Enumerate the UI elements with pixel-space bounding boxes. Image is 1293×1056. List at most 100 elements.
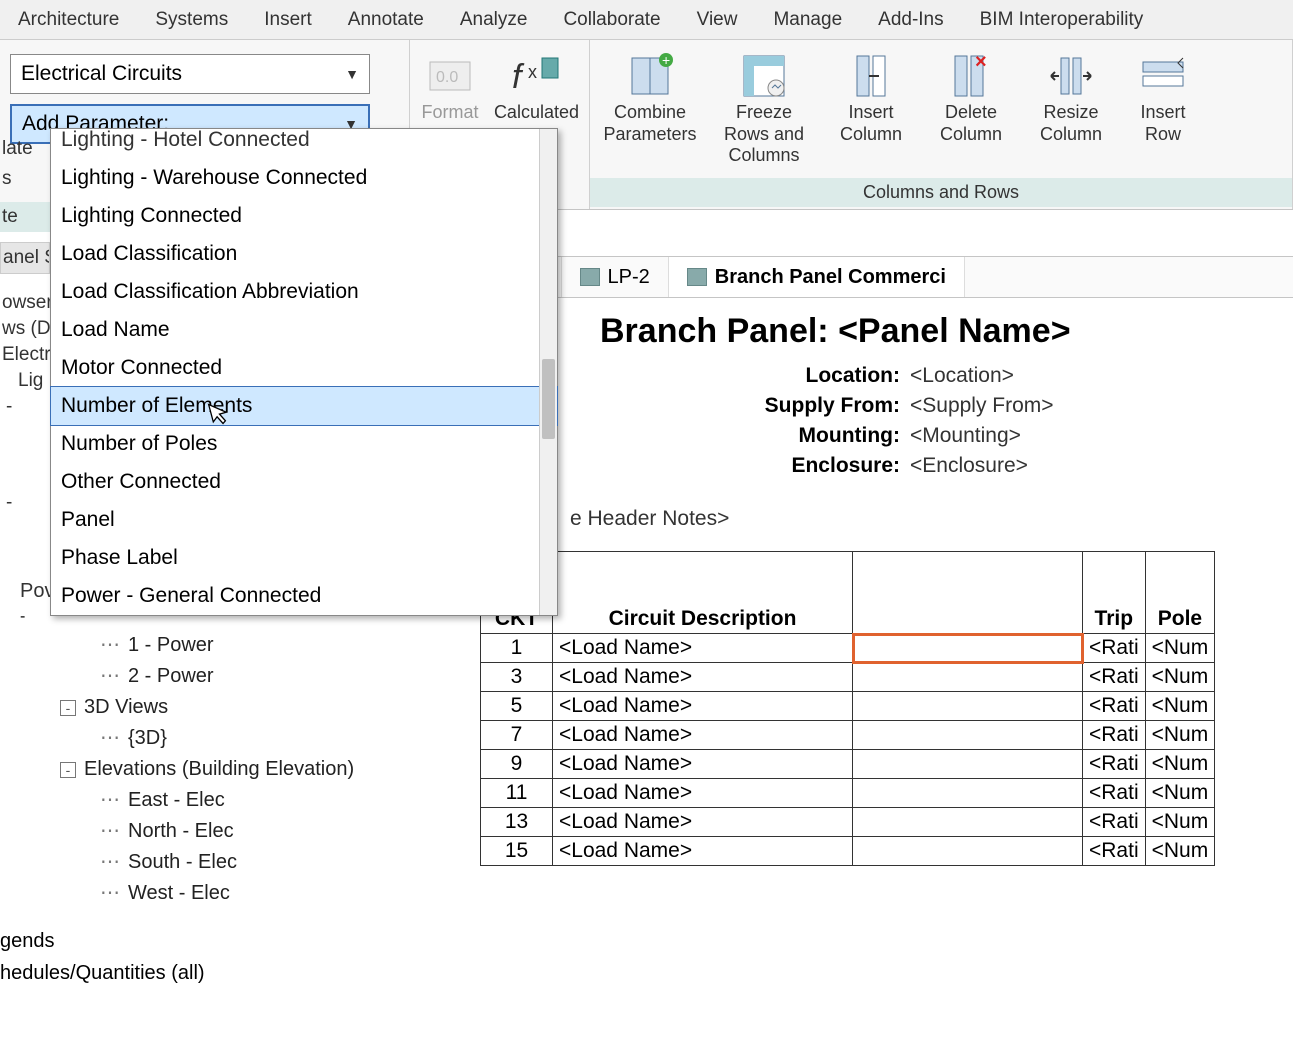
parameter-option[interactable]: Lighting - Hotel Connected [51, 121, 557, 159]
blank-cell[interactable] [853, 808, 1083, 837]
tab-view[interactable]: View [679, 0, 756, 39]
parameter-option[interactable]: Lighting Connected [51, 197, 557, 235]
scrollbar[interactable] [539, 129, 557, 615]
parameter-option[interactable]: Other Connected [51, 463, 557, 501]
tab-collaborate[interactable]: Collaborate [545, 0, 678, 39]
tab-annotate[interactable]: Annotate [330, 0, 442, 39]
blank-cell[interactable] [853, 692, 1083, 721]
tab-manage[interactable]: Manage [755, 0, 860, 39]
tree-legends[interactable]: gends [0, 930, 55, 953]
desc-cell[interactable]: <Load Name> [553, 692, 853, 721]
trip-cell[interactable]: <Rati [1083, 750, 1146, 779]
pole-cell[interactable]: <Num [1145, 634, 1215, 663]
header-notes[interactable]: e Header Notes> [470, 481, 1293, 551]
delete-column-button[interactable]: × Delete Column [928, 46, 1014, 145]
tree-item[interactable]: ⋯{3D} [0, 723, 460, 754]
col-description[interactable]: Circuit Description [553, 552, 853, 634]
blank-cell[interactable] [853, 663, 1083, 692]
desc-cell[interactable]: <Load Name> [553, 634, 853, 663]
ckt-cell[interactable]: 13 [481, 808, 553, 837]
desc-cell[interactable]: <Load Name> [553, 750, 853, 779]
blank-cell[interactable] [853, 750, 1083, 779]
freeze-button[interactable]: Freeze Rows and Columns [714, 46, 814, 167]
meta-value[interactable]: <Location> [910, 364, 1014, 388]
view-tab-lp2[interactable]: LP-2 [562, 257, 669, 297]
parameter-option[interactable]: Power - General Connected [51, 577, 557, 615]
combine-parameters-button[interactable]: + Combine Parameters [600, 46, 700, 145]
col-trip[interactable]: Trip [1083, 552, 1146, 634]
ckt-cell[interactable]: 3 [481, 663, 553, 692]
desc-cell[interactable]: <Load Name> [553, 721, 853, 750]
parameter-option[interactable]: Panel [51, 501, 557, 539]
ckt-cell[interactable]: 7 [481, 721, 553, 750]
parameter-option[interactable]: Load Classification Abbreviation [51, 273, 557, 311]
tab-bim[interactable]: BIM Interoperability [962, 0, 1162, 39]
trip-cell[interactable]: <Rati [1083, 692, 1146, 721]
expander-icon[interactable]: - [60, 762, 76, 778]
tree-schedules[interactable]: hedules/Quantities (all) [0, 962, 205, 985]
resize-column-button[interactable]: Resize Column [1028, 46, 1114, 145]
pole-cell[interactable]: <Num [1145, 692, 1215, 721]
expander-icon[interactable]: - [60, 700, 76, 716]
tree-item[interactable]: ⋯South - Elec [0, 847, 460, 878]
ckt-cell[interactable]: 11 [481, 779, 553, 808]
ckt-cell[interactable]: 1 [481, 634, 553, 663]
parameter-option[interactable]: Motor Connected [51, 349, 557, 387]
tree-item[interactable]: ⋯2 - Power [0, 661, 460, 692]
trip-cell[interactable]: <Rati [1083, 779, 1146, 808]
tree-item[interactable]: ⋯North - Elec [0, 816, 460, 847]
ckt-cell[interactable]: 5 [481, 692, 553, 721]
tab-addins[interactable]: Add-Ins [860, 0, 961, 39]
blank-cell[interactable] [853, 721, 1083, 750]
pole-cell[interactable]: <Num [1145, 779, 1215, 808]
meta-value[interactable]: <Enclosure> [910, 454, 1028, 478]
trip-cell[interactable]: <Rati [1083, 663, 1146, 692]
pole-cell[interactable]: <Num [1145, 663, 1215, 692]
col-pole[interactable]: Pole [1145, 552, 1215, 634]
expander-icon[interactable]: - [20, 608, 25, 625]
meta-value[interactable]: <Supply From> [910, 394, 1054, 418]
ckt-cell[interactable]: 15 [481, 837, 553, 866]
desc-cell[interactable]: <Load Name> [553, 808, 853, 837]
tree-item[interactable]: ⋯West - Elec [0, 878, 460, 909]
add-parameter-dropdown[interactable]: Lighting - Hotel ConnectedLighting - War… [50, 128, 558, 616]
view-tab-branch-panel[interactable]: Branch Panel Commerci [669, 257, 965, 297]
expander-icon[interactable]: - [6, 396, 12, 417]
parameter-option[interactable]: Number of Poles [51, 425, 557, 463]
tab-architecture[interactable]: Architecture [0, 0, 137, 39]
desc-cell[interactable]: <Load Name> [553, 837, 853, 866]
parameter-option[interactable]: Lighting - Warehouse Connected [51, 159, 557, 197]
pole-cell[interactable]: <Num [1145, 750, 1215, 779]
blank-cell[interactable] [853, 634, 1083, 663]
insert-row-button[interactable]: Insert Row [1128, 46, 1198, 145]
parameter-option[interactable]: Load Name [51, 311, 557, 349]
category-combo[interactable]: Electrical Circuits ▼ [10, 54, 370, 94]
trip-cell[interactable]: <Rati [1083, 808, 1146, 837]
tab-insert[interactable]: Insert [246, 0, 330, 39]
tab-systems[interactable]: Systems [137, 0, 246, 39]
col-blank[interactable] [853, 552, 1083, 634]
desc-cell[interactable]: <Load Name> [553, 779, 853, 808]
insert-column-button[interactable]: Insert Column [828, 46, 914, 145]
parameter-option[interactable]: Load Classification [51, 235, 557, 273]
scrollbar-thumb[interactable] [542, 359, 555, 439]
pole-cell[interactable]: <Num [1145, 837, 1215, 866]
trip-cell[interactable]: <Rati [1083, 634, 1146, 663]
pole-cell[interactable]: <Num [1145, 808, 1215, 837]
ckt-cell[interactable]: 9 [481, 750, 553, 779]
trip-cell[interactable]: <Rati [1083, 837, 1146, 866]
desc-cell[interactable]: <Load Name> [553, 663, 853, 692]
tree-item[interactable]: ⋯1 - Power [0, 630, 460, 661]
expander-icon[interactable]: - [6, 492, 12, 513]
tree-item[interactable]: -Elevations (Building Elevation) [0, 754, 460, 785]
meta-value[interactable]: <Mounting> [910, 424, 1021, 448]
tree-item[interactable]: ⋯East - Elec [0, 785, 460, 816]
blank-cell[interactable] [853, 779, 1083, 808]
tree-item[interactable]: -3D Views [0, 692, 460, 723]
trip-cell[interactable]: <Rati [1083, 721, 1146, 750]
calculated-button[interactable]: fx Calculated [494, 46, 579, 124]
panel-title-value[interactable]: <Panel Name> [838, 312, 1070, 350]
parameter-option[interactable]: Number of Elements [50, 386, 558, 426]
tab-analyze[interactable]: Analyze [442, 0, 546, 39]
pole-cell[interactable]: <Num [1145, 721, 1215, 750]
